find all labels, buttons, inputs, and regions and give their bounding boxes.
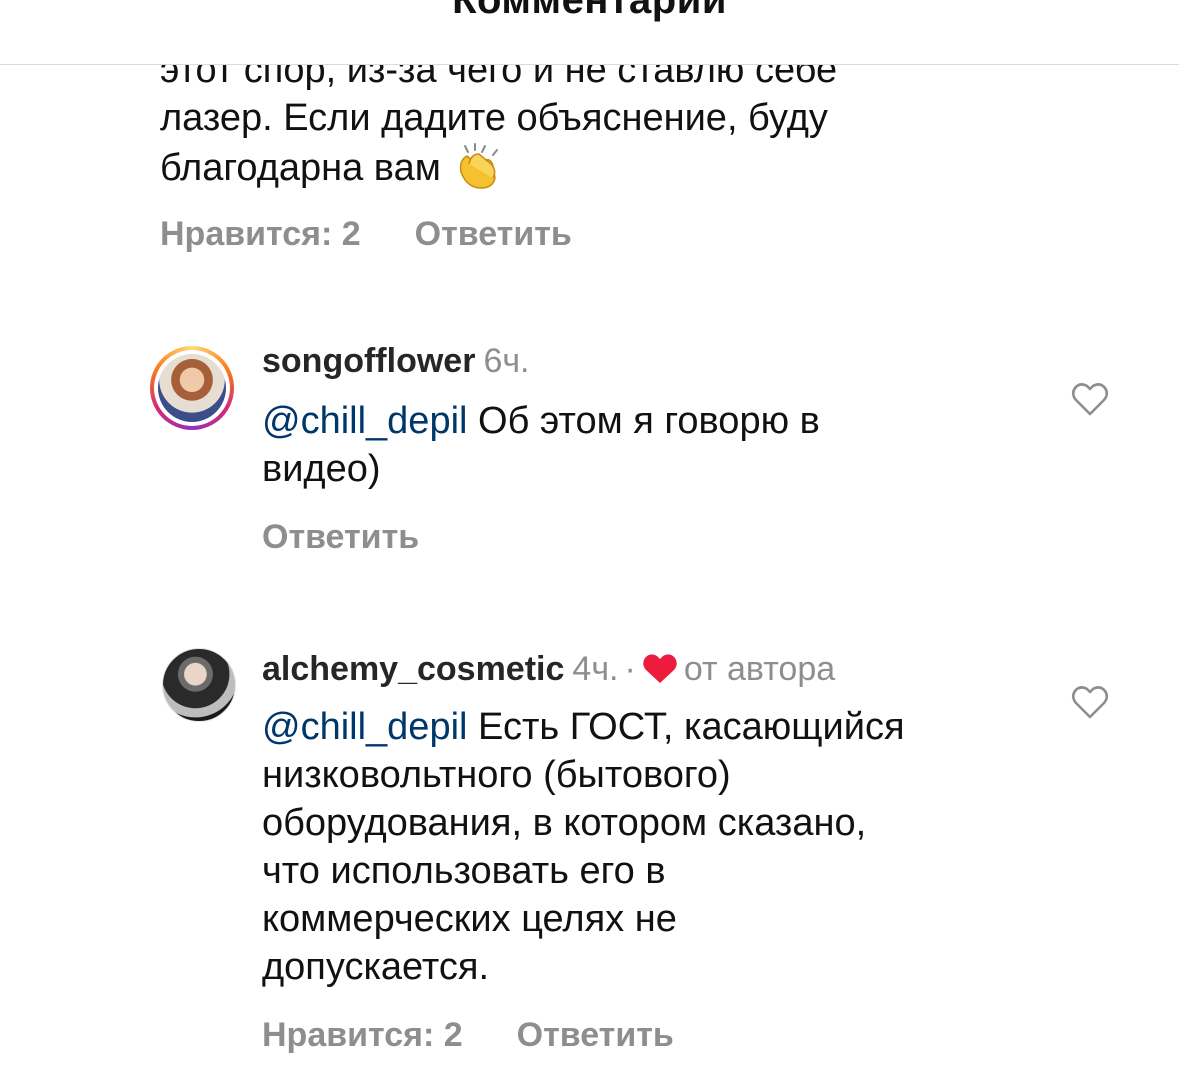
comment-text: @chill_depil Есть ГОСТ, касающийся низко…: [262, 703, 1042, 991]
comment-text-line: @chill_depil Об этом я говорю в: [262, 397, 1022, 445]
comment-partial: этот спор, из-за чего и не ставлю себе л…: [160, 46, 1020, 192]
comment-text-line: низковольтного (бытового): [262, 754, 731, 796]
comment-text-line: видео): [262, 448, 381, 490]
likes-count-button[interactable]: Нравится: 2: [160, 215, 361, 254]
comment-header: songofflower 6ч.: [262, 342, 530, 381]
comment-text: @chill_depil Об этом я говорю в видео): [262, 397, 1022, 493]
username[interactable]: songofflower: [262, 342, 475, 380]
comment-text-fragment: благодарна вам: [160, 147, 441, 189]
comment-text-line: лазер. Если дадите объяснение, буду: [160, 97, 828, 139]
comment-text-line: оборудования, в котором сказано,: [262, 802, 867, 844]
heart-outline-icon[interactable]: [1070, 683, 1110, 723]
avatar-photo: [158, 354, 226, 422]
comments-header: Комментарии: [0, 0, 1179, 65]
mention-link[interactable]: @chill_depil: [262, 400, 467, 442]
comment-time: 4ч.: [572, 650, 619, 688]
comment-text-line: @chill_depil Есть ГОСТ, касающийся: [262, 703, 1042, 751]
comment-actions: Нравится: 2 Ответить: [160, 215, 572, 254]
comment-text-line: коммерческих целях не: [262, 898, 677, 940]
author-badge: от автора: [683, 650, 836, 688]
heart-outline-icon[interactable]: [1070, 380, 1110, 420]
comment-text-line: что использовать его в: [262, 850, 666, 892]
reply-button[interactable]: Ответить: [415, 215, 572, 254]
comment-actions: Ответить: [262, 518, 419, 557]
reply-button[interactable]: Ответить: [262, 518, 419, 557]
comment-text-line: благодарна вам: [160, 142, 1020, 192]
avatar-inner: [154, 350, 230, 426]
username[interactable]: alchemy_cosmetic: [262, 650, 564, 688]
clapping-hands-icon: [459, 143, 498, 189]
comment-actions: Нравится: 2 Ответить: [262, 1016, 674, 1055]
comment-time: 6ч.: [483, 342, 530, 380]
comment-header: alchemy_cosmetic 4ч. · от автора: [262, 650, 835, 689]
separator-dot: ·: [624, 650, 636, 688]
comment-text-fragment: Есть ГОСТ, касающийся: [467, 706, 905, 748]
comment-text-line: допускается.: [262, 946, 490, 988]
comment-text-fragment: Об этом я говорю в: [467, 400, 820, 442]
comments-screen: Комментарии этот спор, из-за чего и не с…: [0, 0, 1179, 1083]
avatar-alchemy-cosmetic[interactable]: [162, 648, 236, 722]
mention-link[interactable]: @chill_depil: [262, 706, 467, 748]
reply-button[interactable]: Ответить: [517, 1016, 674, 1055]
avatar-songofflower[interactable]: [150, 346, 234, 430]
author-heart-icon: [643, 654, 677, 683]
likes-count-button[interactable]: Нравится: 2: [262, 1016, 463, 1055]
header-title: Комментарии: [452, 0, 727, 22]
